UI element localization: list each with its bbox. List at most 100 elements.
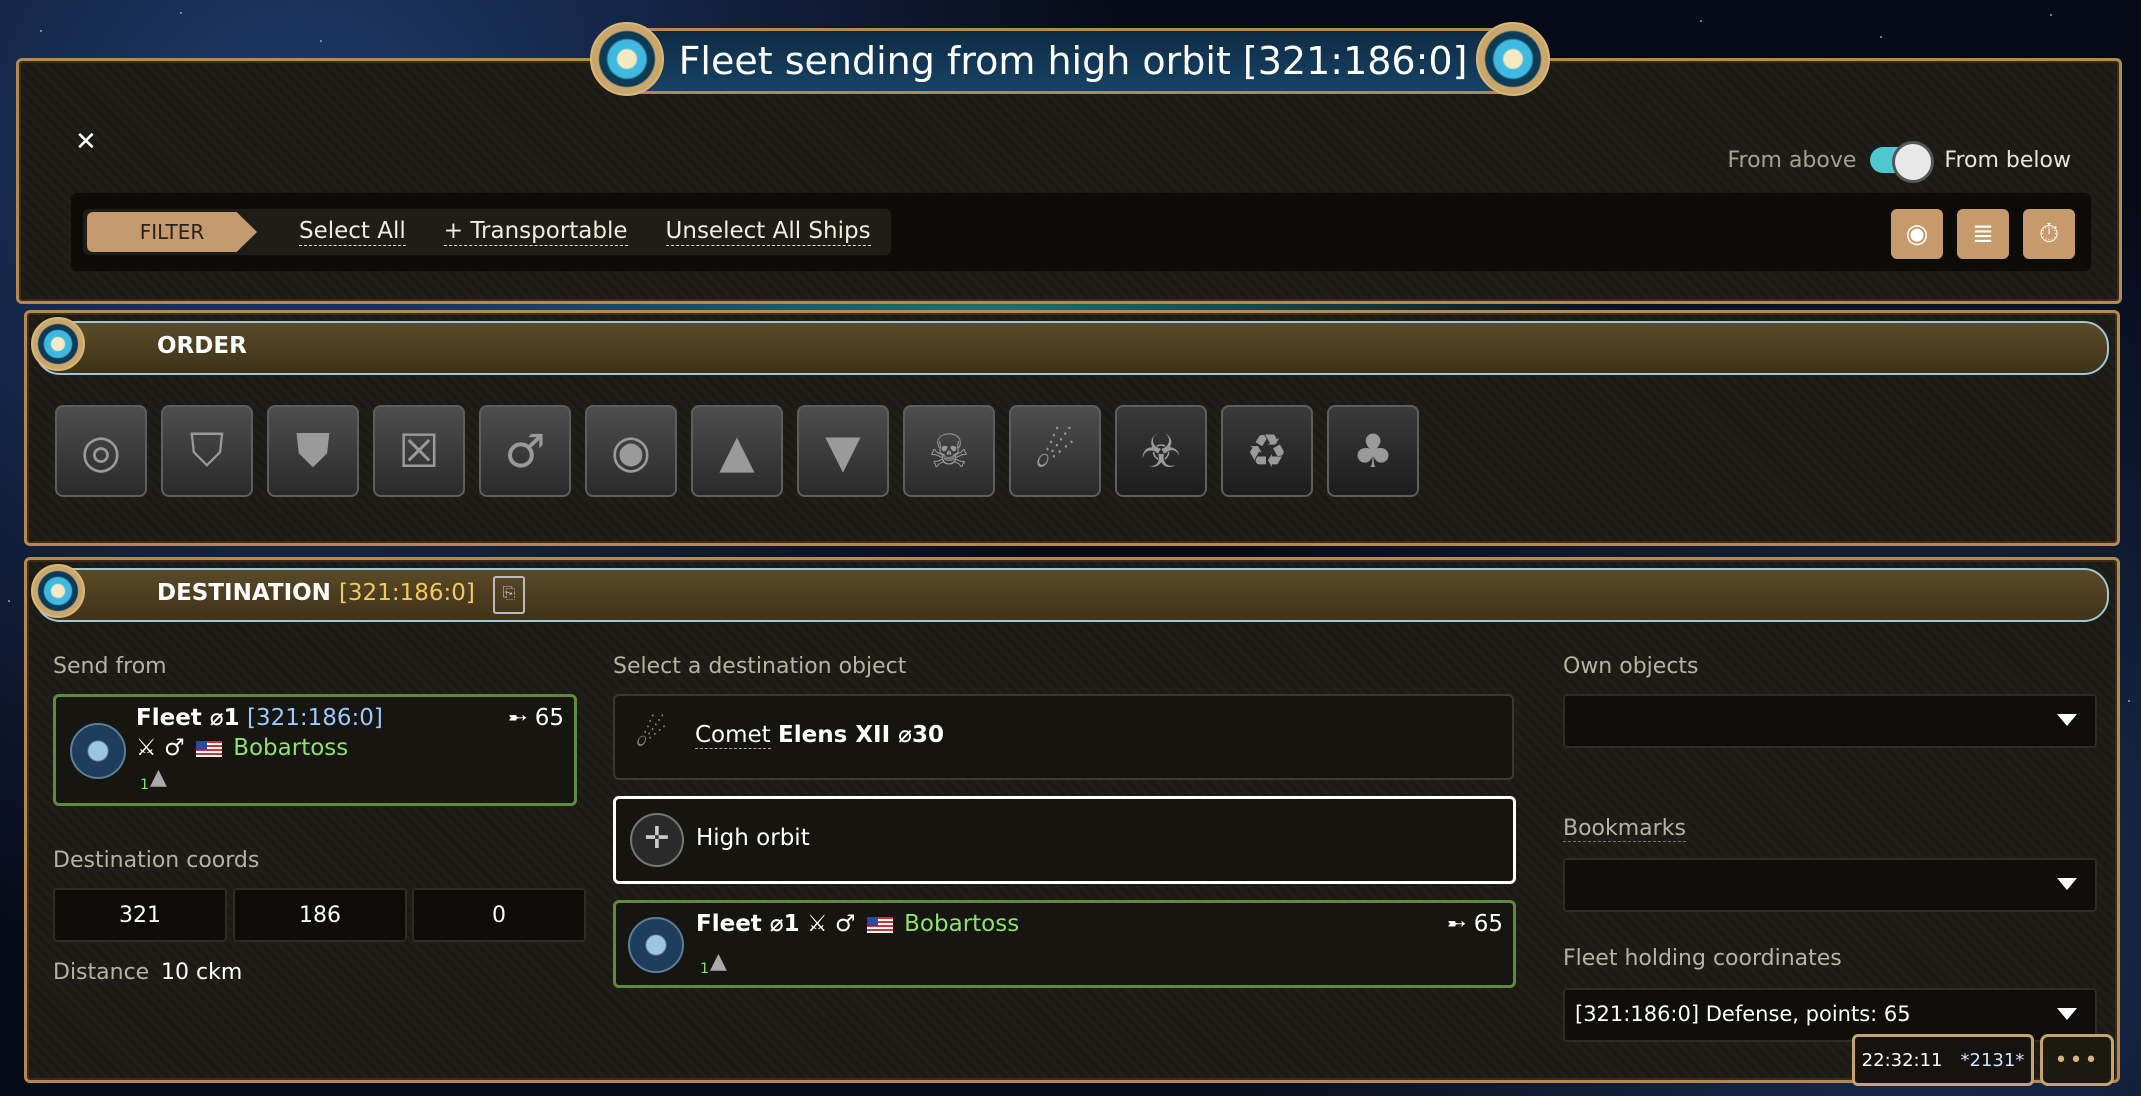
rank-icon: ⚔ xyxy=(136,735,157,761)
fleet-coords: [321:186:0] xyxy=(246,705,383,731)
speed-icon: ➸ xyxy=(1447,911,1467,937)
speed-icon: ➸ xyxy=(508,705,528,731)
fleet-option[interactable]: Fleet ⌀1 ⚔ ♂ Bobartoss ➸ 65 1 ▲ xyxy=(613,900,1516,988)
ship-icon: ▲ xyxy=(710,949,727,974)
comet-icon[interactable]: ☄ xyxy=(1009,405,1101,497)
distance-value: 10 ckm xyxy=(161,960,243,985)
gender-icon: ♂ xyxy=(163,735,185,761)
server-clock: 22:32:11 *2131* xyxy=(1852,1034,2034,1086)
us-flag-icon xyxy=(195,740,222,757)
send-from-fleet-card[interactable]: Fleet ⌀1 [321:186:0] ⚔ ♂ Bobartoss ➸ 65 … xyxy=(53,694,577,806)
star xyxy=(180,12,182,14)
crossed-box-icon[interactable]: ☒ xyxy=(373,405,465,497)
fleet-holding-label: Fleet holding coordinates xyxy=(1563,946,1842,971)
star xyxy=(8,600,10,602)
comet-type[interactable]: Comet xyxy=(695,722,771,749)
fleet-list-icon[interactable]: ≣ xyxy=(1957,209,2009,259)
transportable-link[interactable]: + Transportable xyxy=(443,218,628,246)
ship-icon[interactable]: ▲ xyxy=(691,405,783,497)
biohazard-icon[interactable]: ☣ xyxy=(1115,405,1207,497)
order-header: ORDER xyxy=(31,317,2109,375)
high-orbit-option[interactable]: ✛ High orbit xyxy=(613,796,1516,884)
player-name[interactable]: Bobartoss xyxy=(233,735,348,761)
filter-bar: FILTER Select All + Transportable Unsele… xyxy=(71,193,2091,271)
coord-y-input[interactable]: 186 xyxy=(233,888,407,942)
star xyxy=(320,40,322,42)
bookmarks-select[interactable] xyxy=(1563,858,2097,912)
comet-label: Comet Elens XII ⌀30 xyxy=(695,722,945,749)
fleet-owner: ⚔ ♂ Bobartoss xyxy=(136,735,348,761)
chevron-down-icon xyxy=(2057,714,2077,726)
comet-option[interactable]: ☄ Comet Elens XII ⌀30 xyxy=(613,694,1514,780)
star xyxy=(2128,700,2130,702)
select-all-link[interactable]: Select All xyxy=(299,218,406,246)
rank-icon: ⚔ xyxy=(806,911,828,937)
send-from-fleet-title: Fleet ⌀1 [321:186:0] xyxy=(136,705,383,731)
unselect-all-ships-link[interactable]: Unselect All Ships xyxy=(665,218,871,246)
destination-title: DESTINATION [321:186:0] xyxy=(157,580,475,606)
order-title: ORDER xyxy=(157,333,247,359)
toggle-label-from-above[interactable]: From above xyxy=(1727,148,1856,173)
destination-coords-label: Destination coords xyxy=(53,848,260,873)
ship-count: 1 xyxy=(700,961,709,977)
bookmarks-label-text[interactable]: Bookmarks xyxy=(1563,816,1686,842)
own-objects-select[interactable] xyxy=(1563,694,2097,748)
avatar xyxy=(70,723,126,779)
clock-time: 22:32:11 xyxy=(1861,1049,1943,1071)
section-orb-icon xyxy=(31,564,85,618)
chevron-down-icon xyxy=(2057,1008,2077,1020)
us-flag-icon xyxy=(866,916,893,933)
switch-knob[interactable] xyxy=(1892,141,1935,183)
crosshair-icon: ✛ xyxy=(630,813,684,867)
fleet-speed: ➸ 65 xyxy=(508,705,564,731)
clock-shield-icon[interactable]: ⛉ xyxy=(161,405,253,497)
destination-coords: [321:186:0] xyxy=(338,580,475,606)
coord-z-input[interactable]: 0 xyxy=(412,888,586,942)
star xyxy=(40,30,42,32)
speed-value: 65 xyxy=(534,705,564,731)
star xyxy=(1700,20,1702,22)
document-icon[interactable]: ⎘ xyxy=(493,576,525,614)
speed-value: 65 xyxy=(1473,911,1503,937)
right-orb-icon xyxy=(1476,22,1550,96)
eye-icon[interactable]: ◉ xyxy=(585,405,677,497)
section-orb-icon xyxy=(31,317,85,371)
star xyxy=(1880,36,1882,38)
fleet-option-title: Fleet ⌀1 ⚔ ♂ Bobartoss xyxy=(696,911,1019,937)
select-destination-label: Select a destination object xyxy=(613,654,907,679)
high-orbit-label: High orbit xyxy=(696,825,810,851)
left-orb-icon xyxy=(590,22,664,96)
send-from-label: Send from xyxy=(53,654,167,679)
crossed-tools-icon[interactable]: ✕ xyxy=(75,127,97,157)
bookmarks-label: Bookmarks xyxy=(1563,816,1686,842)
order-buttons: ◎ ⛉ ⛊ ☒ ♂ ◉ ▲ ▼ ☠ ☄ ☣ ♻ ♣ xyxy=(55,405,1419,497)
target-icon[interactable]: ◎ xyxy=(55,405,147,497)
fleet-name: Fleet ⌀1 xyxy=(136,705,240,731)
window-title: Fleet sending from high orbit [321:186:0… xyxy=(635,28,1511,94)
fleet-speed: ➸ 65 xyxy=(1447,911,1503,937)
recycle-icon[interactable]: ♻ xyxy=(1221,405,1313,497)
star xyxy=(2050,14,2052,16)
filter-group: FILTER Select All + Transportable Unsele… xyxy=(83,209,891,255)
toggle-label-from-below[interactable]: From below xyxy=(1944,148,2071,173)
eye-refresh-icon[interactable]: ◉ xyxy=(1891,209,1943,259)
distance-label: Distance xyxy=(53,960,150,985)
filter-button[interactable]: FILTER xyxy=(87,212,257,252)
timer-icon[interactable]: ⏱ xyxy=(2023,209,2075,259)
mushroom-cloud-icon[interactable]: ♣ xyxy=(1327,405,1419,497)
view-toggle[interactable]: From above From below xyxy=(1727,141,2071,183)
view-switch[interactable] xyxy=(1870,141,1935,183)
skull-icon[interactable]: ☠ xyxy=(903,405,995,497)
planet-shield-icon[interactable]: ⛊ xyxy=(267,405,359,497)
server-id: *2131* xyxy=(1960,1049,2025,1071)
gender-icon: ♂ xyxy=(834,911,856,937)
more-button[interactable]: ••• xyxy=(2040,1034,2114,1086)
mars-planet-icon[interactable]: ♂ xyxy=(479,405,571,497)
order-panel: ORDER ◎ ⛉ ⛊ ☒ ♂ ◉ ▲ ▼ ☠ ☄ ☣ ♻ ♣ xyxy=(24,310,2120,546)
coord-x-input[interactable]: 321 xyxy=(53,888,227,942)
claw-icon[interactable]: ▼ xyxy=(797,405,889,497)
player-name[interactable]: Bobartoss xyxy=(904,911,1019,937)
comet-name: Elens XII ⌀30 xyxy=(778,722,945,748)
fleet-name: Fleet ⌀1 xyxy=(696,911,800,937)
destination-panel: DESTINATION [321:186:0] ⎘ Send from Flee… xyxy=(24,557,2120,1083)
